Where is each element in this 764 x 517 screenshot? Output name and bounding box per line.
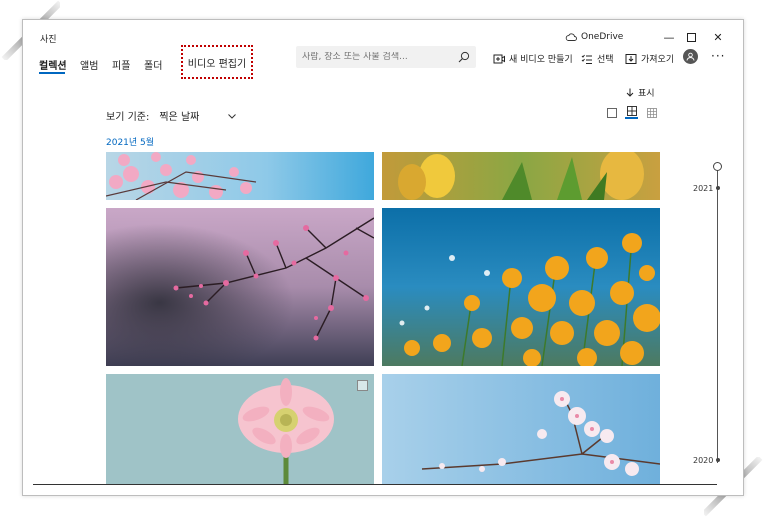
grid-nine-icon bbox=[646, 107, 657, 118]
new-video-button[interactable]: 새 비디오 만들기 bbox=[493, 52, 573, 65]
select-label: 선택 bbox=[597, 55, 614, 65]
view-small-button[interactable] bbox=[645, 106, 658, 119]
import-button[interactable]: 가져오기 bbox=[625, 52, 674, 65]
photo-select-checkbox[interactable] bbox=[357, 380, 368, 391]
chevron-down-icon bbox=[228, 113, 237, 119]
tab-video-editor[interactable]: 비디오 편집기 bbox=[181, 45, 253, 79]
view-size-toggles bbox=[605, 106, 658, 119]
photo-pink-gerbera[interactable] bbox=[106, 374, 374, 484]
search-box[interactable] bbox=[296, 46, 476, 68]
more-options-button[interactable]: ··· bbox=[711, 49, 725, 63]
tab-collection[interactable]: 컬렉션 bbox=[39, 57, 67, 72]
tab-people[interactable]: 피플 bbox=[112, 57, 130, 72]
checklist-icon bbox=[581, 54, 592, 64]
photo-grid bbox=[106, 152, 660, 484]
photo-white-blossom-sky[interactable] bbox=[382, 374, 660, 484]
timeline-marker-2021 bbox=[716, 186, 720, 190]
search-input[interactable] bbox=[302, 52, 452, 62]
show-button[interactable]: 표시 bbox=[626, 86, 655, 99]
sort-prefix-label: 보기 기준: bbox=[106, 112, 150, 123]
close-button[interactable]: ✕ bbox=[708, 28, 728, 46]
photo-cherry-blossom-sky[interactable] bbox=[106, 152, 374, 200]
timeline-marker-2020 bbox=[716, 458, 720, 462]
import-label: 가져오기 bbox=[641, 55, 675, 65]
search-icon[interactable] bbox=[458, 51, 470, 63]
photos-app-window: 사진 OneDrive — ✕ 컬렉션 앨범 피플 폴더 비디오 편집기 새 비… bbox=[22, 19, 744, 496]
month-header: 2021년 5월 bbox=[106, 138, 155, 148]
onedrive-status[interactable]: OneDrive bbox=[565, 32, 623, 42]
tab-folders[interactable]: 폴더 bbox=[144, 57, 162, 72]
photo-orange-poppies[interactable] bbox=[382, 208, 660, 366]
app-title: 사진 bbox=[40, 35, 57, 45]
account-avatar[interactable] bbox=[683, 49, 698, 64]
active-tab-indicator bbox=[39, 72, 65, 74]
new-video-label: 새 비디오 만들기 bbox=[509, 55, 573, 65]
onedrive-label: OneDrive bbox=[581, 32, 624, 42]
arrow-down-icon bbox=[626, 88, 634, 97]
sort-dropdown[interactable]: 보기 기준: 찍은 날짜 bbox=[106, 108, 237, 123]
nav-bar: 컬렉션 앨범 피플 폴더 비디오 편집기 새 비디오 만들기 선택 가져오기 ·… bbox=[23, 45, 743, 90]
video-add-icon bbox=[493, 54, 505, 63]
minimize-button[interactable]: — bbox=[659, 28, 679, 46]
view-large-button[interactable] bbox=[605, 106, 618, 119]
single-square-icon bbox=[606, 107, 617, 118]
maximize-button[interactable] bbox=[681, 28, 701, 46]
cloud-icon bbox=[565, 33, 577, 41]
photo-pink-blossom-branch[interactable] bbox=[106, 208, 374, 366]
photo-yellow-tulips[interactable] bbox=[382, 152, 660, 200]
sort-value: 찍은 날짜 bbox=[159, 112, 200, 123]
grid-four-icon bbox=[626, 106, 637, 116]
timeline-year-2021[interactable]: 2021 bbox=[693, 184, 713, 193]
content-bottom-divider bbox=[33, 484, 717, 485]
import-icon bbox=[625, 53, 637, 64]
timeline-year-2020[interactable]: 2020 bbox=[693, 456, 713, 465]
maximize-icon bbox=[686, 32, 696, 42]
show-label: 표시 bbox=[638, 89, 655, 99]
person-icon bbox=[686, 52, 695, 61]
video-editor-label: 비디오 편집기 bbox=[187, 58, 247, 70]
select-button[interactable]: 선택 bbox=[581, 52, 614, 65]
timeline-scrubber-track[interactable] bbox=[717, 168, 718, 463]
tab-albums[interactable]: 앨범 bbox=[80, 57, 98, 72]
timeline-scrubber-handle[interactable] bbox=[713, 162, 722, 171]
view-medium-button[interactable] bbox=[625, 106, 638, 119]
